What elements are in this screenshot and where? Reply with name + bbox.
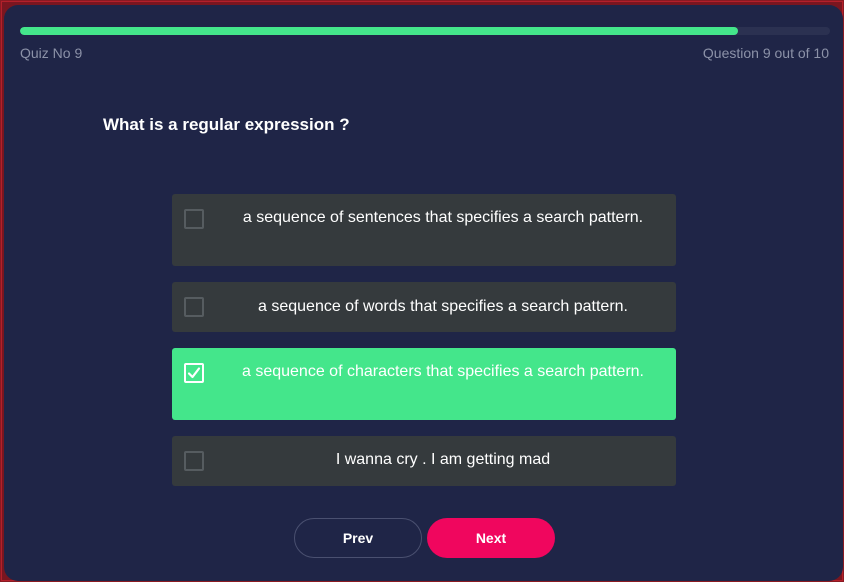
option-label: a sequence of sentences that specifies a…: [242, 209, 644, 226]
question-counter: Question 9 out of 10: [702, 45, 829, 61]
checkmark-icon: [187, 367, 201, 379]
prev-button[interactable]: Prev: [294, 518, 422, 558]
option-label: a sequence of words that specifies a sea…: [258, 298, 628, 315]
window-frame: Quiz No 9 Question 9 out of 10 What is a…: [1, 1, 843, 581]
checkbox-icon[interactable]: [184, 451, 204, 471]
checkbox-icon[interactable]: [184, 297, 204, 317]
progress-bar-fill: [20, 27, 739, 35]
option-1[interactable]: a sequence of sentences that specifies a…: [172, 194, 676, 266]
option-2[interactable]: a sequence of words that specifies a sea…: [172, 282, 676, 332]
progress-bar: [20, 27, 830, 35]
option-3[interactable]: a sequence of characters that specifies …: [172, 348, 676, 420]
next-button[interactable]: Next: [427, 518, 555, 558]
quiz-number-label: Quiz No 9: [20, 45, 83, 61]
checked-checkbox-icon[interactable]: [184, 363, 204, 383]
option-label: a sequence of characters that specifies …: [241, 363, 644, 380]
option-label: I wanna cry . I am getting mad: [335, 451, 551, 468]
checkbox-icon[interactable]: [184, 209, 204, 229]
question-text: What is a regular expression ?: [103, 115, 350, 134]
option-4[interactable]: I wanna cry . I am getting mad: [172, 436, 676, 486]
quiz-card: Quiz No 9 Question 9 out of 10 What is a…: [4, 5, 843, 581]
